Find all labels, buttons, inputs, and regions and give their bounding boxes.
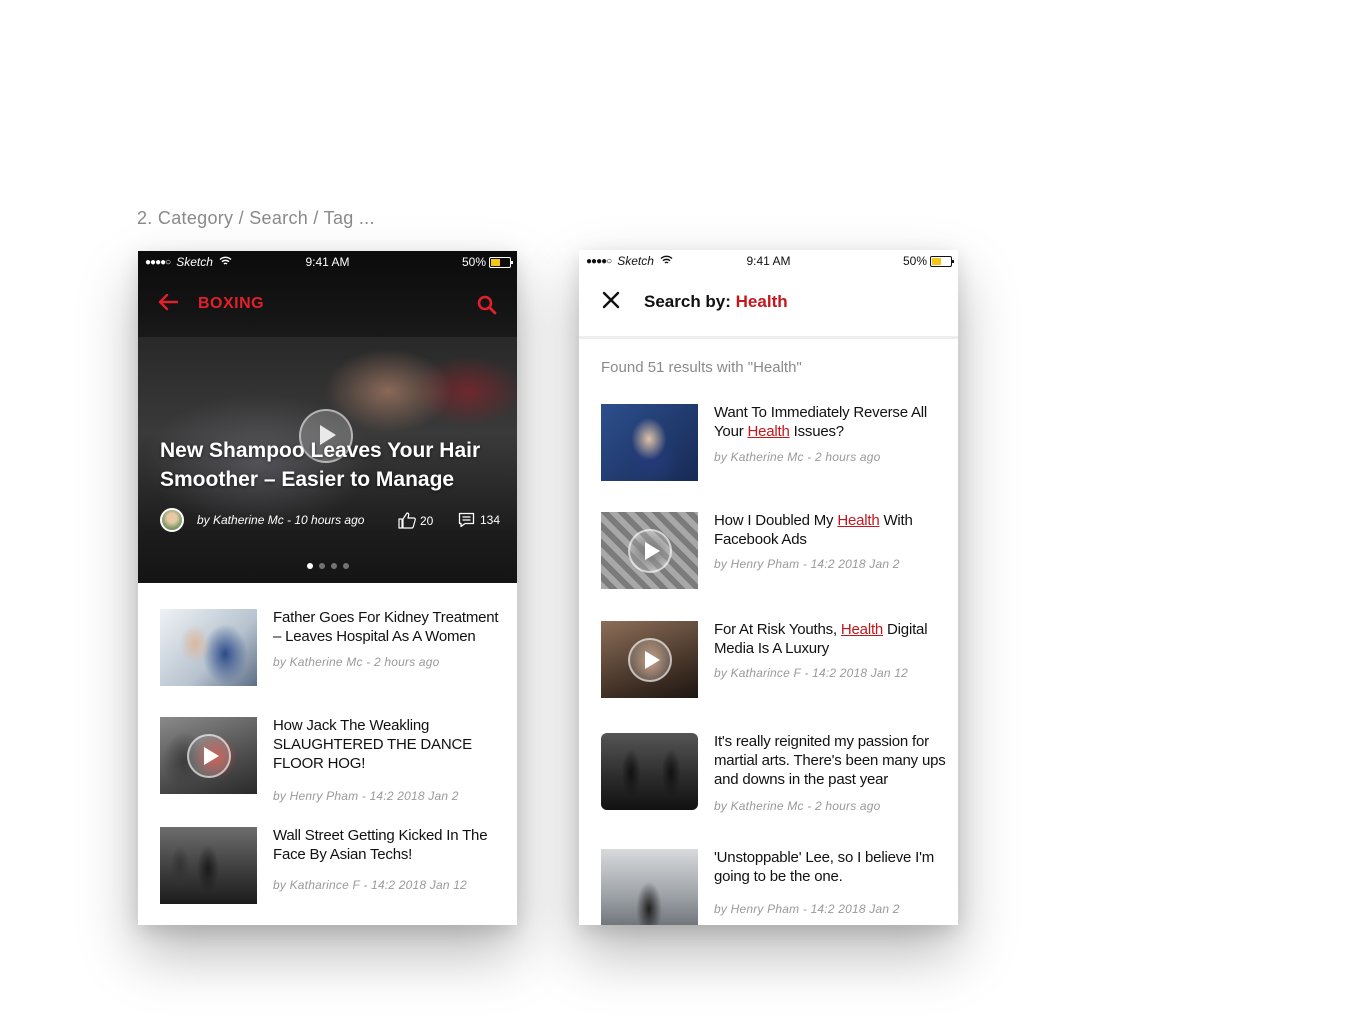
article-thumbnail[interactable]	[160, 827, 257, 904]
result-thumbnail[interactable]	[601, 849, 698, 925]
comment-icon	[458, 512, 475, 528]
pager-dot[interactable]	[342, 563, 349, 569]
result-meta: by Katharince F - 14:2 2018 Jan 12	[714, 666, 909, 680]
section-label: 2. Category / Search / Tag ...	[137, 208, 375, 228]
search-title-prefix: Search by:	[644, 292, 736, 311]
result-thumbnail[interactable]	[601, 512, 698, 589]
author-avatar[interactable]	[160, 508, 184, 532]
result-title-text: How I Doubled My	[714, 512, 838, 529]
like-button[interactable]: 20	[398, 512, 433, 529]
comment-count: 134	[480, 513, 501, 527]
hero-title[interactable]: New Shampoo Leaves Your Hair Smoother – …	[160, 436, 505, 494]
article-title[interactable]: How Jack The Weakling SLAUGHTERED THE DA…	[273, 716, 505, 773]
battery-icon	[489, 256, 513, 268]
result-thumbnail[interactable]	[601, 404, 698, 481]
list-item[interactable]: Wall Street Getting Kicked In The Face B…	[160, 827, 505, 907]
carousel-pager[interactable]	[138, 556, 517, 574]
result-title[interactable]: For At Risk Youths, Health Digital Media…	[714, 620, 946, 658]
result-thumbnail[interactable]	[601, 621, 698, 698]
search-result[interactable]: Want To Immediately Reverse All Your Hea…	[601, 404, 946, 484]
status-bar: ●●●●○ Sketch 9:41 AM 50%	[138, 251, 517, 273]
result-title[interactable]: It's really reignited my passion for mar…	[714, 732, 946, 789]
search-button[interactable]	[477, 295, 497, 315]
status-bar: ●●●●○ Sketch 9:41 AM 50%	[579, 250, 958, 272]
result-title-text: Issues?	[789, 423, 845, 440]
search-title: Search by: Health	[644, 292, 788, 312]
search-result[interactable]: It's really reignited my passion for mar…	[601, 733, 946, 813]
category-screen: ●●●●○ Sketch 9:41 AM 50% BOXING New Sham…	[138, 251, 517, 925]
article-title[interactable]: Wall Street Getting Kicked In The Face B…	[273, 826, 505, 864]
search-result[interactable]: 'Unstoppable' Lee, so I believe I'm goin…	[601, 849, 946, 925]
result-title[interactable]: 'Unstoppable' Lee, so I believe I'm goin…	[714, 848, 946, 886]
search-header: Search by: Health	[579, 272, 958, 339]
article-thumbnail[interactable]	[160, 609, 257, 686]
list-item[interactable]: How Jack The Weakling SLAUGHTERED THE DA…	[160, 716, 505, 803]
search-icon	[477, 295, 497, 315]
result-meta: by Henry Pham - 14:2 2018 Jan 2	[714, 557, 900, 571]
hero-meta: by Katherine Mc - 10 hours ago 20 134	[160, 508, 505, 534]
article-meta: by Katherine Mc - 2 hours ago	[273, 655, 440, 669]
status-time: 9:41 AM	[305, 255, 350, 269]
result-thumbnail[interactable]	[601, 733, 698, 810]
result-title-text: 'Unstoppable' Lee, so I believe I'm goin…	[714, 849, 935, 885]
pager-dot[interactable]	[318, 563, 325, 569]
battery-percent: 50%	[902, 254, 927, 268]
result-title[interactable]: How I Doubled My Health With Facebook Ad…	[714, 511, 946, 549]
hero-byline: by Katherine Mc - 10 hours ago	[197, 513, 365, 527]
play-icon[interactable]	[186, 733, 231, 778]
comment-button[interactable]: 134	[458, 512, 500, 528]
results-count: Found 51 results with "Health"	[601, 359, 802, 376]
search-keyword: Health	[735, 292, 788, 311]
category-title: BOXING	[198, 295, 265, 312]
play-icon[interactable]	[627, 637, 672, 682]
close-icon	[602, 291, 620, 309]
play-icon[interactable]	[627, 528, 672, 573]
like-count: 20	[420, 513, 434, 528]
battery-icon	[930, 255, 954, 267]
hero-banner[interactable]: ●●●●○ Sketch 9:41 AM 50% BOXING New Sham…	[138, 251, 517, 583]
back-button[interactable]	[158, 291, 179, 317]
close-button[interactable]	[601, 290, 623, 312]
article-thumbnail[interactable]	[160, 717, 257, 794]
pager-dot[interactable]	[306, 563, 313, 569]
thumbs-up-icon	[398, 512, 416, 529]
search-screen: ●●●●○ Sketch 9:41 AM 50% Search by: Heal…	[579, 250, 958, 925]
arrow-left-icon	[158, 293, 179, 311]
search-result[interactable]: How I Doubled My Health With Facebook Ad…	[601, 512, 946, 592]
keyword-highlight[interactable]: Health	[837, 512, 879, 529]
result-title[interactable]: Want To Immediately Reverse All Your Hea…	[714, 403, 946, 441]
pager-dot[interactable]	[330, 563, 337, 569]
result-meta: by Henry Pham - 14:2 2018 Jan 2	[714, 902, 900, 916]
result-meta: by Katherine Mc - 2 hours ago	[714, 799, 881, 813]
keyword-highlight[interactable]: Health	[747, 423, 789, 440]
battery-percent: 50%	[461, 255, 486, 269]
article-title[interactable]: Father Goes For Kidney Treatment – Leave…	[273, 608, 505, 646]
article-meta: by Katharince F - 14:2 2018 Jan 12	[273, 878, 468, 892]
result-meta: by Katherine Mc - 2 hours ago	[714, 450, 881, 464]
result-title-text: For At Risk Youths,	[714, 621, 841, 638]
result-title-text: It's really reignited my passion for mar…	[714, 733, 946, 788]
article-meta: by Henry Pham - 14:2 2018 Jan 2	[273, 789, 459, 803]
status-time: 9:41 AM	[746, 254, 791, 268]
search-result[interactable]: For At Risk Youths, Health Digital Media…	[601, 621, 946, 701]
keyword-highlight[interactable]: Health	[841, 621, 883, 638]
list-item[interactable]: Father Goes For Kidney Treatment – Leave…	[160, 609, 505, 689]
